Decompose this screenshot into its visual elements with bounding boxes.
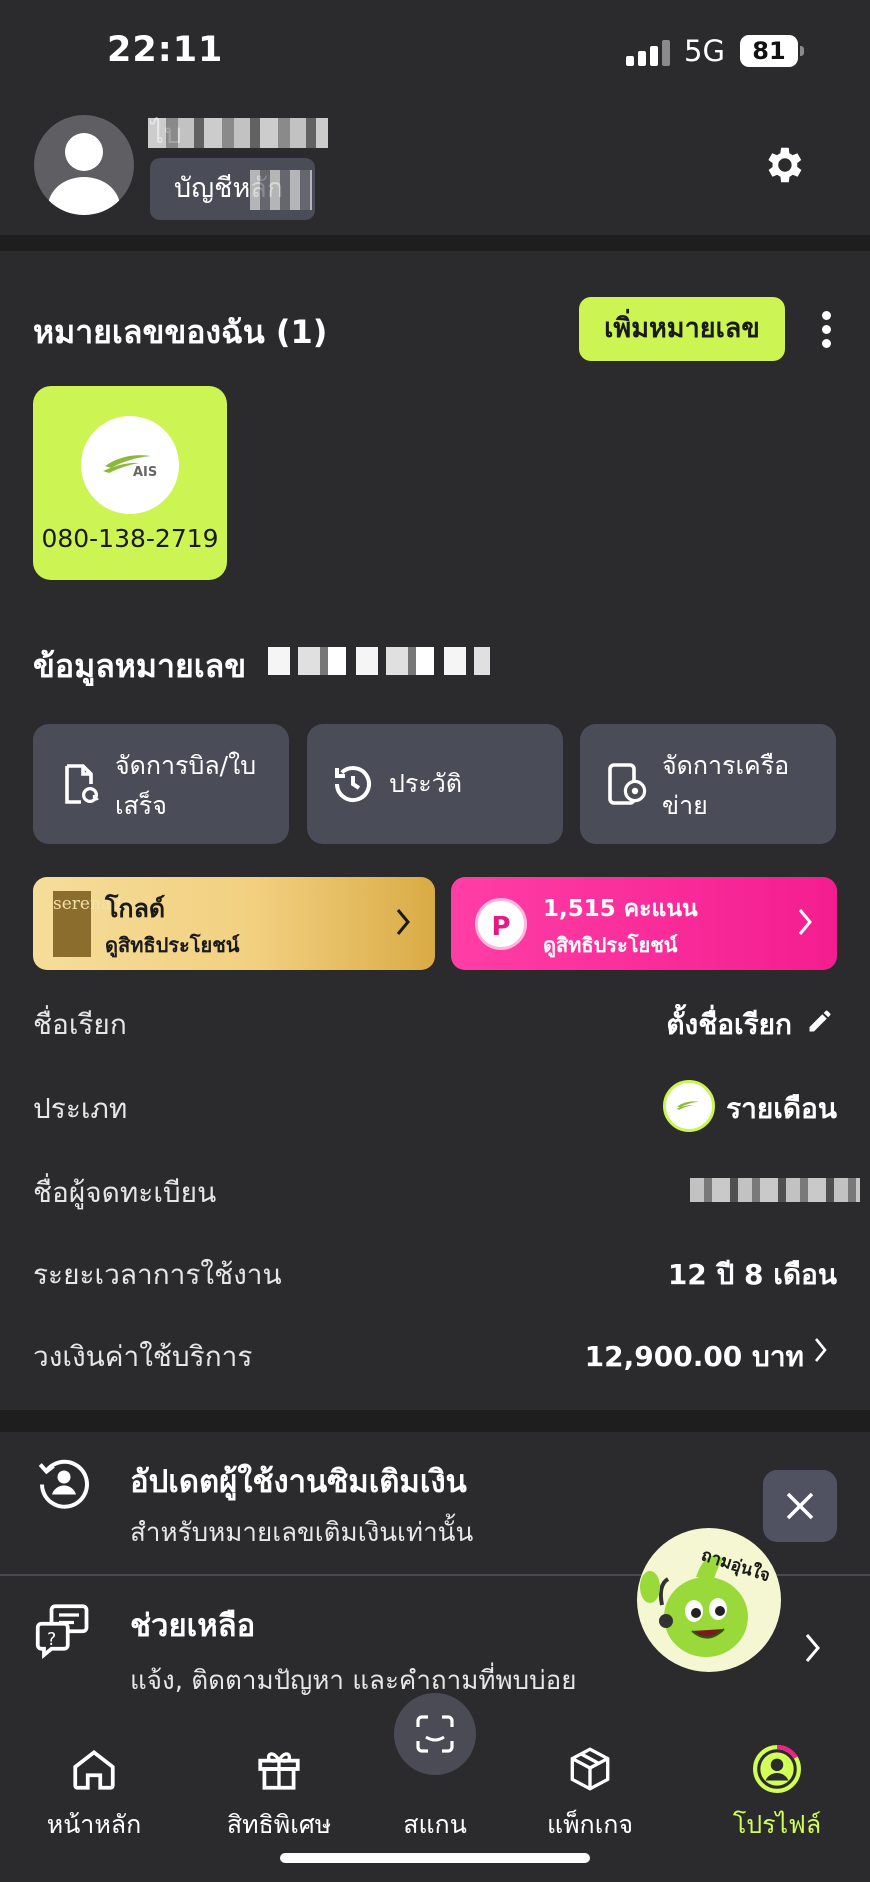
nav-home-label: หน้าหลัก (46, 1810, 142, 1839)
number-card[interactable]: AIS 080-138-2719 (33, 386, 227, 580)
history-tile[interactable]: ประวัติ (307, 724, 563, 844)
network-type: 5G (684, 34, 725, 68)
gold-tier-subtitle: ดูสิทธิประโยชน์ (105, 933, 240, 957)
nav-package-label: แพ็กเกจ (546, 1810, 634, 1839)
chevron-right-icon (798, 909, 812, 935)
manage-bill-label: จัดการบิล/ใบเสร็จ (115, 751, 257, 820)
add-number-button[interactable]: เพิ่มหมายเลข (579, 297, 785, 361)
more-options-icon[interactable] (818, 311, 834, 349)
svg-text:?: ? (47, 1630, 56, 1650)
chevron-right-icon[interactable] (814, 1337, 828, 1363)
history-icon (335, 766, 371, 803)
user-refresh-icon (38, 1459, 89, 1509)
battery-icon: 81 (740, 35, 804, 67)
scan-icon (416, 1715, 454, 1753)
scan-button[interactable] (394, 1693, 476, 1775)
points-title: 1,515 คะแนน (543, 896, 698, 922)
manage-bill-tile[interactable]: จัดการบิล/ใบเสร็จ (33, 724, 289, 844)
ais-logo: AIS (81, 416, 179, 514)
points-card[interactable]: P 1,515 คะแนน ดูสิทธิประโยชน์ (451, 877, 837, 970)
points-subtitle: ดูสิทธิประโยชน์ (543, 933, 678, 957)
serenade-logo: serenade (53, 891, 132, 957)
my-numbers-title: หมายเลขของฉัน (1) (33, 313, 328, 351)
avatar[interactable] (34, 115, 134, 215)
manage-network-label: จัดการเครือข่าย (662, 751, 790, 820)
gear-icon[interactable] (760, 142, 806, 188)
type-value: รายเดือน (726, 1092, 837, 1125)
help-subtitle: แจ้ง, ติดตามปัญหา และคำถามที่พบบ่อย (130, 1666, 577, 1696)
home-icon (73, 1749, 115, 1790)
pencil-icon[interactable] (806, 1007, 834, 1035)
owner-redaction (690, 1178, 860, 1202)
update-prepaid-title: อัปเดตผู้ใช้งานซิมเติมเงิน (130, 1464, 467, 1500)
account-chip-redaction (250, 170, 312, 210)
bill-icon (65, 764, 99, 804)
gold-tier-title: โกลด์ (105, 894, 166, 923)
help-title: ช่วยเหลือ (130, 1608, 256, 1644)
status-bar: 22:11 5G 81 (0, 0, 870, 100)
ais-logo-text: AIS (133, 465, 157, 480)
network-settings-icon (608, 763, 647, 805)
signal-icon (626, 40, 670, 66)
status-time: 22:11 (107, 30, 224, 70)
profile-name-redaction (148, 118, 328, 148)
manage-network-tile[interactable]: จัดการเครือข่าย (580, 724, 836, 844)
type-label: ประเภท (33, 1092, 128, 1125)
nav-profile-label: โปรไฟล์ (732, 1810, 822, 1839)
credit-limit-label: วงเงินค่าใช้บริการ (33, 1340, 253, 1373)
set-nickname-link[interactable]: ตั้งชื่อเรียก (666, 1003, 792, 1047)
section-divider (0, 1410, 870, 1432)
number-info-redaction (268, 647, 490, 675)
ais-mini-logo (663, 1080, 715, 1132)
number-info-title: ข้อมูลหมายเลข (33, 647, 247, 685)
section-divider (0, 235, 870, 251)
credit-limit-value[interactable]: 12,900.00 บาท (585, 1335, 804, 1379)
home-indicator (280, 1853, 590, 1863)
package-icon (570, 1747, 610, 1791)
gold-tier-card[interactable]: serenade โกลด์ ดูสิทธิประโยชน์ (33, 877, 435, 970)
owner-label: ชื่อผู้จดทะเบียน (33, 1176, 217, 1209)
nickname-label: ชื่อเรียก (33, 1008, 127, 1041)
chevron-right-icon (805, 1634, 820, 1662)
mascot-assistant-icon[interactable]: ถามอุ่นใจ (634, 1525, 784, 1675)
profile-icon (753, 1745, 801, 1793)
history-label: ประวัติ (389, 769, 462, 798)
card-phone-number: 080-138-2719 (41, 524, 219, 553)
usage-duration-label: ระยะเวลาการใช้งาน (33, 1258, 282, 1291)
points-badge-icon: P (475, 898, 527, 950)
chevron-right-icon (396, 909, 410, 935)
usage-duration-value: 12 ปี 8 เดือน (667, 1258, 837, 1291)
update-prepaid-subtitle: สำหรับหมายเลขเติมเงินเท่านั้น (130, 1518, 474, 1548)
help-chat-icon: ? (35, 1604, 89, 1660)
nav-privileges-label: สิทธิพิเศษ (226, 1810, 332, 1839)
nav-scan-label: สแกน (403, 1810, 467, 1839)
gift-icon (258, 1752, 300, 1790)
